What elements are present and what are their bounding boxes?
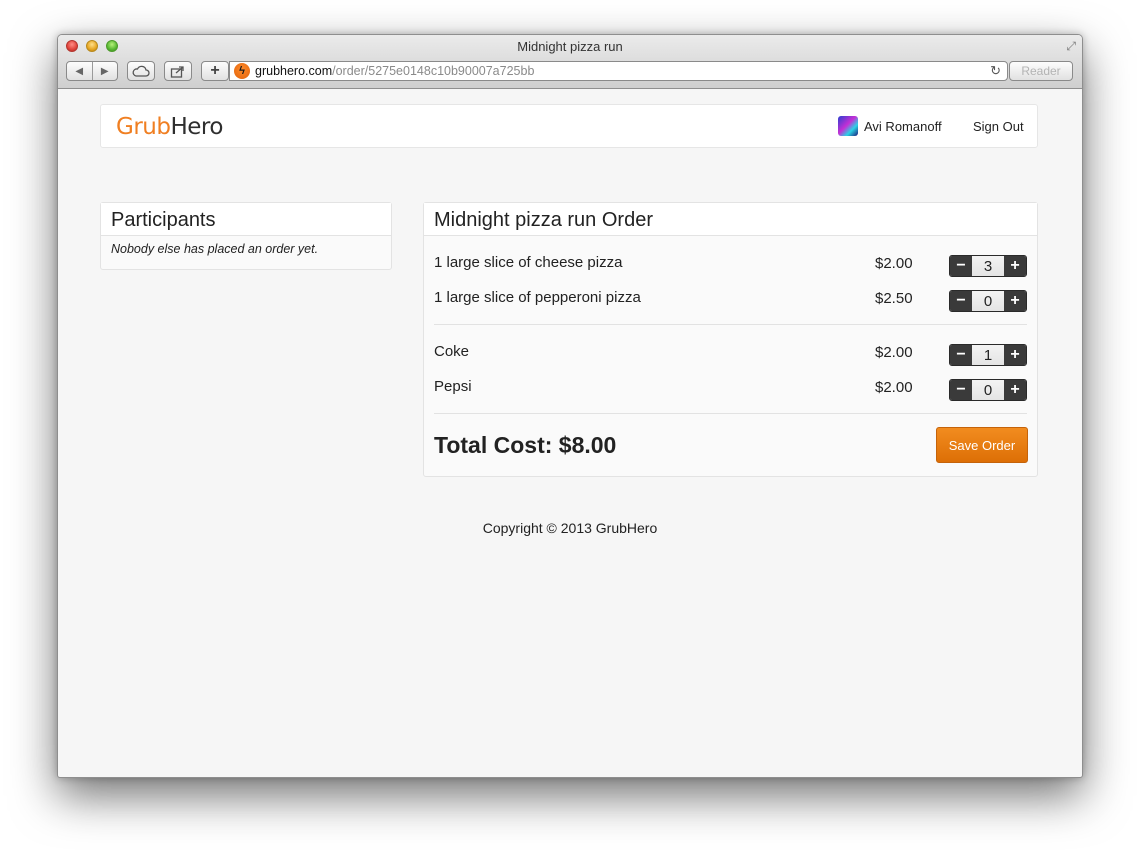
decrement-button[interactable]: − [950, 291, 972, 311]
decrement-button[interactable]: − [950, 380, 972, 400]
menu-item-name: 1 large slice of pepperoni pizza [434, 289, 641, 306]
order-panel: Midnight pizza run Order 1 large slice o… [423, 202, 1038, 477]
quantity-value[interactable]: 0 [972, 291, 1004, 311]
participants-empty-message: Nobody else has placed an order yet. [111, 242, 319, 256]
menu-item-price: $2.50 [875, 290, 913, 307]
logo-part-hero: Hero [170, 114, 223, 140]
site-navbar: GrubHero Avi Romanoff Sign Out [100, 104, 1038, 148]
grubhero-logo[interactable]: GrubHero [116, 114, 223, 140]
menu-item-price: $2.00 [875, 379, 913, 396]
decrement-button[interactable]: − [950, 345, 972, 365]
sign-out-link[interactable]: Sign Out [973, 119, 1024, 134]
logo-part-grub: Grub [116, 114, 171, 140]
page-content: GrubHero Avi Romanoff Sign Out Participa… [58, 89, 1082, 777]
decrement-button[interactable]: − [950, 256, 972, 276]
back-arrow-icon[interactable]: ◀ [67, 66, 92, 77]
total-cost: Total Cost: $8.00 [434, 432, 617, 458]
reader-button[interactable]: Reader [1009, 61, 1073, 81]
footer-copyright: Copyright © 2013 GrubHero [482, 520, 658, 536]
quantity-value[interactable]: 3 [972, 256, 1004, 276]
increment-button[interactable]: + [1004, 291, 1026, 311]
new-tab-button[interactable]: + [201, 61, 229, 81]
browser-window: Midnight pizza run ⤢ ◀ ▶ + ϟ grubhero.co… [57, 34, 1083, 778]
forward-arrow-icon[interactable]: ▶ [92, 66, 117, 77]
quantity-stepper: − 3 + [949, 255, 1027, 277]
increment-button[interactable]: + [1004, 380, 1026, 400]
window-title: Midnight pizza run [517, 39, 623, 54]
quantity-stepper: − 0 + [949, 290, 1027, 312]
url-host: grubhero.com [255, 64, 333, 78]
menu-item-price: $2.00 [875, 255, 913, 272]
browser-titlebar: Midnight pizza run ⤢ ◀ ▶ + ϟ grubhero.co… [58, 35, 1082, 89]
menu-item-name: Coke [434, 343, 470, 360]
quantity-stepper: − 0 + [949, 379, 1027, 401]
save-order-button[interactable]: Save Order [936, 427, 1028, 463]
cloud-icon [132, 65, 150, 77]
url-path: /order/5275e0148c10b90007a725bb [332, 64, 535, 78]
quantity-value[interactable]: 0 [972, 380, 1004, 400]
fullscreen-icon[interactable]: ⤢ [1066, 39, 1076, 54]
participants-panel: Participants Nobody else has placed an o… [100, 202, 392, 270]
participants-title: Participants [101, 203, 391, 236]
menu-item-name: 1 large slice of cheese pizza [434, 254, 623, 271]
user-name[interactable]: Avi Romanoff [864, 119, 942, 134]
plus-icon: + [210, 62, 220, 79]
group-divider [434, 324, 1027, 325]
site-favicon-icon: ϟ [234, 63, 250, 79]
back-forward-buttons: ◀ ▶ [66, 61, 118, 81]
icloud-tabs-button[interactable] [127, 61, 155, 81]
increment-button[interactable]: + [1004, 256, 1026, 276]
address-bar[interactable]: ϟ grubhero.com/order/5275e0148c10b90007a… [229, 61, 1008, 81]
menu-item-price: $2.00 [875, 344, 913, 361]
avatar [838, 116, 858, 136]
menu-item-name: Pepsi [434, 378, 472, 395]
share-button[interactable] [164, 61, 192, 81]
quantity-value[interactable]: 1 [972, 345, 1004, 365]
increment-button[interactable]: + [1004, 345, 1026, 365]
order-title: Midnight pizza run Order [424, 203, 1037, 236]
total-divider [434, 413, 1027, 414]
share-icon [170, 65, 184, 78]
quantity-stepper: − 1 + [949, 344, 1027, 366]
reload-icon[interactable]: ↻ [990, 63, 1001, 79]
